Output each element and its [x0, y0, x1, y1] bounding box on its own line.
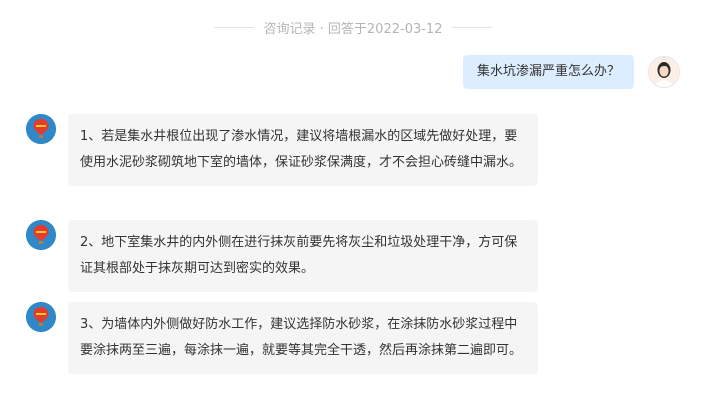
balloon-avatar-icon: [26, 220, 56, 250]
consult-record-header: 咨询记录 · 回答于2022-03-12: [0, 18, 706, 37]
balloon-avatar-icon: [26, 302, 56, 332]
question-row: 集水坑渗漏严重怎么办？: [462, 55, 680, 89]
answer-bubble: 2、地下室集水井的内外侧在进行抹灰前要先将灰尘和垃圾处理干净，方可保证其根部处于…: [68, 220, 538, 292]
answer-bubble: 1、若是集水井根位出现了渗水情况，建议将墙根漏水的区域先做好处理，要使用水泥砂浆…: [68, 114, 538, 186]
answer-item: 2、地下室集水井的内外侧在进行抹灰前要先将灰尘和垃圾处理干净，方可保证其根部处于…: [26, 220, 538, 292]
balloon-avatar-icon: [26, 114, 56, 144]
answer-item: 1、若是集水井根位出现了渗水情况，建议将墙根漏水的区域先做好处理，要使用水泥砂浆…: [26, 114, 538, 186]
user-avatar-icon: [648, 56, 680, 88]
answer-item: 3、为墙体内外侧做好防水工作，建议选择防水砂浆，在涂抹防水砂浆过程中要涂抹两至三…: [26, 302, 538, 374]
divider-left: [213, 27, 254, 28]
consult-record-date: 咨询记录 · 回答于2022-03-12: [263, 22, 443, 37]
question-bubble: 集水坑渗漏严重怎么办？: [462, 55, 634, 89]
answer-bubble: 3、为墙体内外侧做好防水工作，建议选择防水砂浆，在涂抹防水砂浆过程中要涂抹两至三…: [68, 302, 538, 374]
divider-right: [452, 27, 493, 28]
